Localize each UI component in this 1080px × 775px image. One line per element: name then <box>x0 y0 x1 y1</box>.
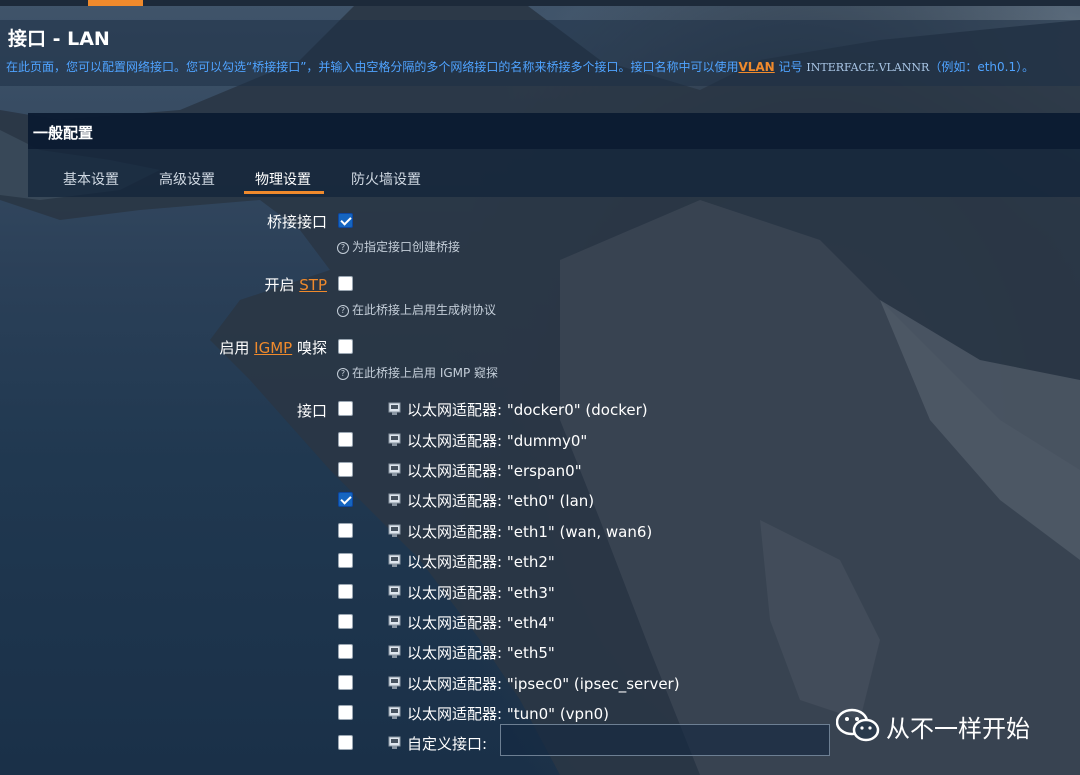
interface-checkbox-erspan0[interactable] <box>338 462 353 477</box>
question-circle-icon: ? <box>337 368 349 380</box>
interface-option-tun0[interactable]: 以太网适配器: "tun0" (vpn0) <box>388 703 609 724</box>
interface-option-eth3[interactable]: 以太网适配器: "eth3" <box>388 582 555 603</box>
interfaces-label: 接口 <box>296 402 327 420</box>
interface-label: 以太网适配器: "docker0" (docker) <box>407 401 648 419</box>
ethernet-port-icon <box>388 493 401 506</box>
interface-option-eth5[interactable]: 以太网适配器: "eth5" <box>388 642 555 663</box>
igmp-label: 启用 IGMP 嗅探 <box>219 337 327 358</box>
interface-label: 以太网适配器: "erspan0" <box>407 462 582 480</box>
section-header: 一般配置 <box>28 113 1080 149</box>
top-nav-active-indicator <box>88 0 143 6</box>
interface-label: 以太网适配器: "tun0" (vpn0) <box>407 705 609 723</box>
interface-option-eth2[interactable]: 以太网适配器: "eth2" <box>388 551 555 572</box>
top-nav-bar <box>0 0 1080 6</box>
interface-option-dummy0[interactable]: 以太网适配器: "dummy0" <box>388 430 587 451</box>
interface-option-docker0[interactable]: 以太网适配器: "docker0" (docker) <box>388 399 648 420</box>
description-mid: 记号 <box>778 60 803 74</box>
interface-label: 以太网适配器: "eth0" (lan) <box>407 492 595 510</box>
interface-checkbox-docker0[interactable] <box>338 401 353 416</box>
wechat-icon <box>836 708 880 742</box>
custom-interface-label: 自定义接口: <box>407 735 488 753</box>
interface-option-erspan0[interactable]: 以太网适配器: "erspan0" <box>388 460 582 481</box>
interface-checkbox-eth2[interactable] <box>338 553 353 568</box>
interface-label: 以太网适配器: "eth2" <box>407 553 555 571</box>
custom-interface-input[interactable] <box>500 724 830 756</box>
ethernet-port-icon <box>388 676 401 689</box>
stp-link[interactable]: STP <box>299 276 327 294</box>
igmp-label-suffix: 嗅探 <box>296 339 327 357</box>
question-circle-icon: ? <box>337 305 349 317</box>
ethernet-port-icon <box>388 524 401 537</box>
interface-option-eth4[interactable]: 以太网适配器: "eth4" <box>388 612 555 633</box>
interface-checkbox-tun0[interactable] <box>338 705 353 720</box>
tab-advanced-settings[interactable]: 高级设置 <box>159 169 215 189</box>
interface-label: 以太网适配器: "eth1" (wan, wan6) <box>407 523 653 541</box>
ethernet-port-icon <box>388 463 401 476</box>
ethernet-port-icon <box>388 585 401 598</box>
description-suffix: （例如：eth0.1）。 <box>929 60 1035 74</box>
interface-label: 以太网适配器: "eth4" <box>407 614 555 632</box>
igmp-checkbox[interactable] <box>338 339 353 354</box>
active-tab-indicator <box>244 191 324 194</box>
general-config-section: 一般配置 基本设置 高级设置 物理设置 防火墙设置 <box>28 113 1080 197</box>
ethernet-port-icon <box>388 736 401 749</box>
interface-checkbox-eth5[interactable] <box>338 644 353 659</box>
stp-label-prefix: 开启 <box>264 276 295 294</box>
interface-label: 以太网适配器: "dummy0" <box>407 432 588 450</box>
interface-label: 以太网适配器: "ipsec0" (ipsec_server) <box>407 675 680 693</box>
stp-checkbox[interactable] <box>338 276 353 291</box>
bridge-hint: ? 为指定接口创建桥接 <box>337 238 460 255</box>
watermark-text: 从不一样开始 <box>886 715 1030 743</box>
ethernet-port-icon <box>388 402 401 415</box>
tab-physical-settings[interactable]: 物理设置 <box>255 169 311 189</box>
ethernet-port-icon <box>388 433 401 446</box>
ethernet-port-icon <box>388 645 401 658</box>
page-description: 在此页面，您可以配置网络接口。您可以勾选“桥接接口”，并输入由空格分隔的多个网络… <box>6 58 1080 75</box>
stp-hint-text: 在此桥接上启用生成树协议 <box>352 303 497 317</box>
custom-interface-checkbox[interactable] <box>338 735 353 750</box>
interface-label: 以太网适配器: "eth5" <box>407 644 555 662</box>
interface-checkbox-eth3[interactable] <box>338 584 353 599</box>
description-mono: INTERFACE.VLANNR <box>806 61 930 74</box>
page-title: 接口 - LAN <box>8 28 110 50</box>
tab-basic-settings[interactable]: 基本设置 <box>63 169 119 189</box>
interface-option-eth1[interactable]: 以太网适配器: "eth1" (wan, wan6) <box>388 521 652 542</box>
bridge-label: 桥接接口 <box>266 213 327 231</box>
interface-checkbox-eth4[interactable] <box>338 614 353 629</box>
vlan-link[interactable]: VLAN <box>738 60 774 74</box>
interface-option-eth0[interactable]: 以太网适配器: "eth0" (lan) <box>388 490 594 511</box>
igmp-link[interactable]: IGMP <box>254 339 292 357</box>
question-circle-icon: ? <box>337 242 349 254</box>
interface-checkbox-eth1[interactable] <box>338 523 353 538</box>
stp-hint: ? 在此桥接上启用生成树协议 <box>337 301 496 318</box>
custom-interface-option: 自定义接口: <box>388 733 487 754</box>
stp-label: 开启 STP <box>264 274 327 295</box>
interface-option-ipsec0[interactable]: 以太网适配器: "ipsec0" (ipsec_server) <box>388 673 680 694</box>
igmp-label-prefix: 启用 <box>219 339 250 357</box>
bridge-checkbox[interactable] <box>338 213 353 228</box>
ethernet-port-icon <box>388 615 401 628</box>
ethernet-port-icon <box>388 706 401 719</box>
interface-checkbox-ipsec0[interactable] <box>338 675 353 690</box>
bridge-hint-text: 为指定接口创建桥接 <box>352 240 461 254</box>
interface-label: 以太网适配器: "eth3" <box>407 584 555 602</box>
igmp-hint-text: 在此桥接上启用 IGMP 窥探 <box>352 366 499 380</box>
interface-checkbox-eth0[interactable] <box>338 492 353 507</box>
ethernet-port-icon <box>388 554 401 567</box>
description-text: 在此页面，您可以配置网络接口。您可以勾选“桥接接口”，并输入由空格分隔的多个网络… <box>6 60 739 74</box>
interface-checkbox-dummy0[interactable] <box>338 432 353 447</box>
section-title: 一般配置 <box>33 124 94 142</box>
header-band <box>0 20 1080 86</box>
igmp-hint: ? 在此桥接上启用 IGMP 窥探 <box>337 364 498 381</box>
tab-firewall-settings[interactable]: 防火墙设置 <box>351 169 421 189</box>
